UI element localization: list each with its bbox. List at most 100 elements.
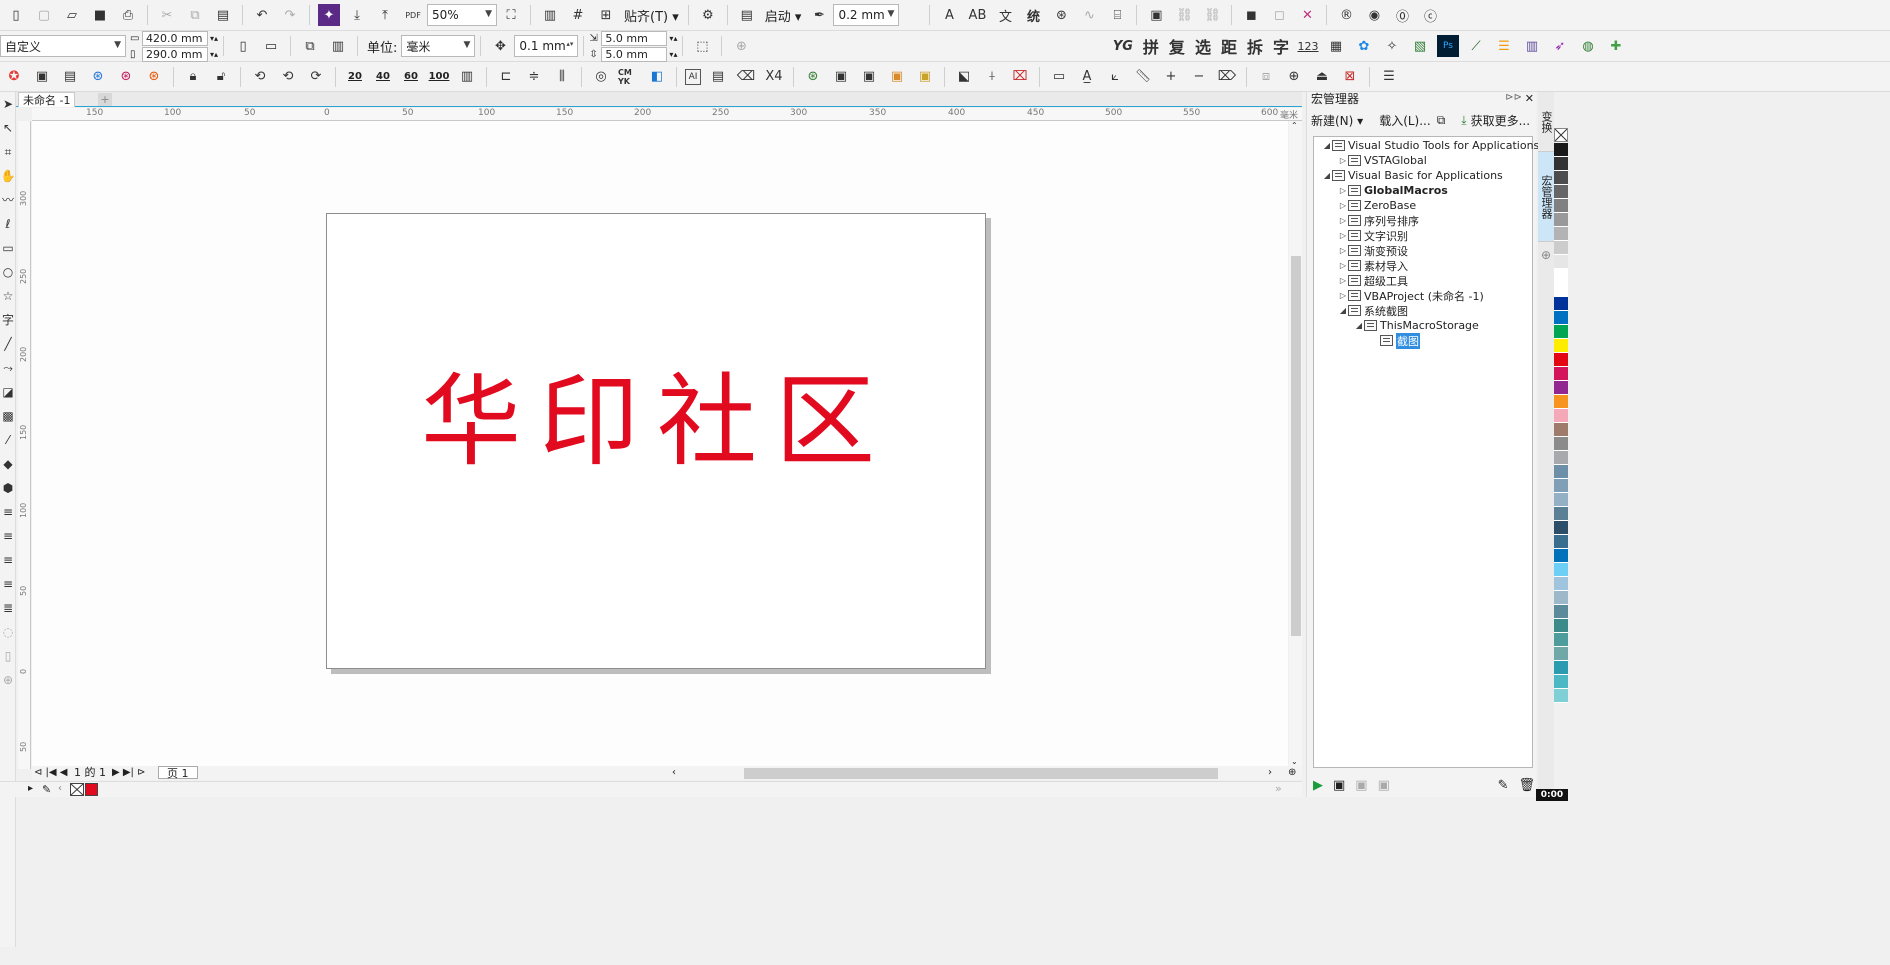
- doc-tool-icon[interactable]: ▯: [0, 644, 16, 668]
- get-more-button[interactable]: 获取更多...: [1471, 112, 1530, 129]
- text-box-icon[interactable]: A̲: [1076, 66, 1098, 88]
- macro-tree[interactable]: ◢ Visual Studio Tools for Applications ▷ VS…: [1313, 136, 1539, 768]
- registered-icon[interactable]: ®: [1335, 4, 1357, 26]
- outline-width-select[interactable]: 0.2 mm ▼: [833, 4, 900, 26]
- palette-swatch[interactable]: [1554, 507, 1568, 521]
- palette-swatch[interactable]: [1554, 255, 1568, 269]
- palette-swatch[interactable]: [1554, 157, 1568, 171]
- chart-icon[interactable]: ⟋: [1465, 35, 1487, 57]
- expanded-triangle-icon[interactable]: ◢: [1354, 321, 1364, 330]
- palette-swatch[interactable]: [1554, 437, 1568, 451]
- logo-icon[interactable]: ✪: [3, 66, 25, 88]
- collapsed-triangle-icon[interactable]: ▷: [1338, 231, 1348, 240]
- artistic-media-icon[interactable]: ℓ: [0, 212, 16, 236]
- side-tab-macro-manager[interactable]: 宏管理器: [1538, 152, 1554, 242]
- drawing-canvas[interactable]: 华印社区: [32, 121, 1288, 766]
- size-100-button[interactable]: 100: [428, 71, 450, 82]
- fu-button[interactable]: 复: [1169, 34, 1185, 58]
- palette-swatch[interactable]: [1554, 227, 1568, 241]
- options-gear-icon[interactable]: ⚙: [697, 4, 719, 26]
- stamp-icon[interactable]: ⏏: [1311, 66, 1333, 88]
- export-icon[interactable]: ⤒: [374, 4, 396, 26]
- size-60-button[interactable]: 60: [400, 71, 422, 82]
- tong-text-button[interactable]: 统: [1022, 4, 1044, 26]
- cmyk-button[interactable]: CM YK: [618, 66, 640, 88]
- snap-to-button[interactable]: 贴齐(T) ▾: [624, 6, 679, 25]
- page-border-icon[interactable]: ⬚: [691, 35, 713, 57]
- tree-node[interactable]: ▷ ZeroBase: [1314, 198, 1532, 213]
- copy-macro-icon[interactable]: ⧉: [1437, 113, 1446, 128]
- palette-swatch[interactable]: [1554, 283, 1568, 297]
- green-badge-icon[interactable]: ⊛: [802, 66, 824, 88]
- palette-swatch[interactable]: [1554, 423, 1568, 437]
- justify-icon[interactable]: ≡: [0, 572, 16, 596]
- rotate-60-icon[interactable]: ⟲: [277, 66, 299, 88]
- expanded-triangle-icon[interactable]: ◢: [1338, 306, 1348, 315]
- misc-tool-icon[interactable]: ◌: [0, 620, 16, 644]
- palette-swatch[interactable]: [1554, 619, 1568, 633]
- image-frame-icon[interactable]: ▣: [830, 66, 852, 88]
- search-content-icon[interactable]: ✦: [318, 4, 340, 26]
- transparency-tool-icon[interactable]: ▩: [0, 404, 16, 428]
- graph-icon[interactable]: ⟀: [1104, 66, 1126, 88]
- color-swap-icon[interactable]: ◧: [646, 66, 668, 88]
- palette-swatch[interactable]: [1554, 479, 1568, 493]
- scroll-up-icon[interactable]: ⌃: [1291, 121, 1298, 130]
- palette-swatch[interactable]: [1554, 381, 1568, 395]
- docker-close-icon[interactable]: ✕: [1525, 92, 1534, 105]
- palette-swatch[interactable]: [1554, 269, 1568, 283]
- current-page-icon[interactable]: ▥: [327, 35, 349, 57]
- box-tool-icon[interactable]: ▭: [1048, 66, 1070, 88]
- collapsed-triangle-icon[interactable]: ▷: [1338, 156, 1348, 165]
- palette-swatch[interactable]: [1554, 325, 1568, 339]
- text-tool-icon[interactable]: A: [938, 4, 960, 26]
- palette-swatch[interactable]: [1554, 367, 1568, 381]
- tree-node[interactable]: ▷ 渐变预设: [1314, 243, 1532, 258]
- crop-tool-icon[interactable]: ⌗: [0, 140, 16, 164]
- palette-swatch[interactable]: [1554, 395, 1568, 409]
- image-orange-icon[interactable]: ▣: [886, 66, 908, 88]
- vertical-scrollbar[interactable]: ⌃ ⌄: [1289, 121, 1302, 766]
- palette-swatch[interactable]: [1554, 213, 1568, 227]
- copy-icon[interactable]: ⧉: [184, 4, 206, 26]
- scroll-left-icon[interactable]: ‹: [672, 766, 676, 780]
- no-fill-swatch[interactable]: [1554, 128, 1568, 142]
- palette-swatch[interactable]: [1554, 185, 1568, 199]
- palette-swatch[interactable]: [1554, 339, 1568, 353]
- palette-swatch[interactable]: [1554, 353, 1568, 367]
- ai-button[interactable]: AI: [685, 68, 701, 85]
- portrait-icon[interactable]: ▯: [232, 35, 254, 57]
- barcode-icon[interactable]: ▥: [1521, 35, 1543, 57]
- tree-node[interactable]: ◢ Visual Studio Tools for Applications: [1314, 138, 1539, 153]
- color-circle-icon[interactable]: ◉: [1363, 4, 1385, 26]
- plus-icon[interactable]: +: [1160, 66, 1182, 88]
- ellipse-tool-icon[interactable]: ○: [0, 260, 16, 284]
- tree-node[interactable]: ▷ 超级工具: [1314, 273, 1532, 288]
- zi-button[interactable]: 字: [1273, 34, 1289, 58]
- collapsed-triangle-icon[interactable]: ▷: [1338, 246, 1348, 255]
- tree-node[interactable]: ▷ VSTAGlobal: [1314, 153, 1532, 168]
- tree-node[interactable]: ◢ ThisMacroStorage: [1314, 318, 1532, 333]
- eraser-icon[interactable]: ⌫: [735, 66, 757, 88]
- fill-tool-icon[interactable]: ◆: [0, 452, 16, 476]
- pick-tool-icon[interactable]: ➤: [0, 92, 16, 116]
- palette-swatch[interactable]: [1554, 675, 1568, 689]
- ju-button[interactable]: 距: [1221, 34, 1237, 58]
- layout-icon[interactable]: ▥: [456, 66, 478, 88]
- palette-swatch[interactable]: [1554, 577, 1568, 591]
- node-icon[interactable]: ⍭: [981, 66, 1003, 88]
- collapsed-triangle-icon[interactable]: ▷: [1338, 291, 1348, 300]
- corel-logo-icon[interactable]: ⓒ: [1419, 4, 1441, 26]
- palette-swatch[interactable]: [1554, 409, 1568, 423]
- fill-color-swatch[interactable]: [85, 783, 98, 796]
- spin-icon[interactable]: ▾▴: [669, 34, 677, 43]
- collapsed-triangle-icon[interactable]: ▷: [1338, 261, 1348, 270]
- palette-swatch[interactable]: [1554, 549, 1568, 563]
- clipboard-icon[interactable]: ▤: [707, 66, 729, 88]
- ab-text-button[interactable]: AB: [966, 4, 988, 26]
- palette-swatch[interactable]: [1554, 493, 1568, 507]
- landscape-icon[interactable]: ▭: [260, 35, 282, 57]
- collapsed-triangle-icon[interactable]: ▷: [1338, 201, 1348, 210]
- xuan-button[interactable]: 选: [1195, 34, 1211, 58]
- document-page[interactable]: 华印社区: [326, 213, 986, 669]
